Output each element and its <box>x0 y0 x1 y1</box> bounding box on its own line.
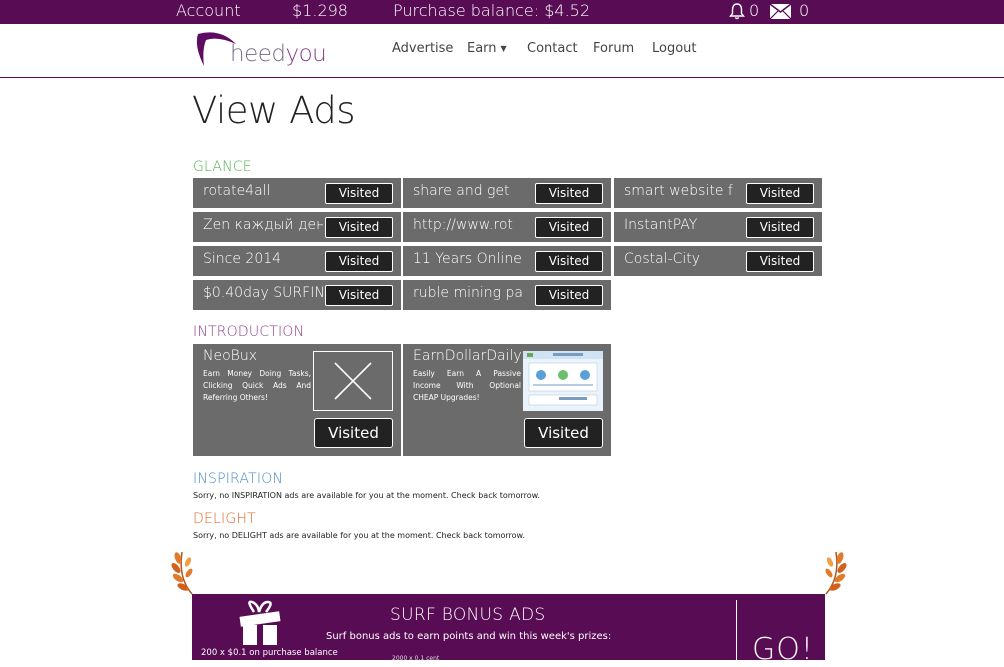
glance-ad[interactable]: ruble mining pa Visited <box>403 280 611 310</box>
nav-earn[interactable]: Earn ▼ <box>467 41 507 56</box>
ad-title[interactable]: Zen каждый день <box>203 217 323 233</box>
ad-title[interactable]: http://www.rot <box>413 217 533 233</box>
glance-ad[interactable]: Zen каждый день Visited <box>193 212 401 242</box>
account-bar: Account $1.298 Purchase balance: $4.52 0… <box>0 0 1004 24</box>
placeholder-x-icon[interactable] <box>313 351 393 411</box>
section-title-inspiration: INSPIRATION <box>193 471 284 487</box>
glance-ad[interactable]: share and get Visited <box>403 178 611 208</box>
prize-line: 2000 x 0.1 cent <box>392 655 440 662</box>
visited-button[interactable]: Visited <box>746 251 814 272</box>
ad-title[interactable]: NeoBux <box>203 348 257 364</box>
heedyou-logo[interactable]: heedyou <box>196 30 327 70</box>
ad-title[interactable]: ruble mining pa <box>413 285 533 301</box>
mail-icon[interactable] <box>770 4 791 19</box>
glance-ad[interactable]: Since 2014 Visited <box>193 246 401 276</box>
messages-count: 0 <box>799 1 810 20</box>
introduction-ad[interactable]: NeoBux Earn Money Doing Tasks, Clicking … <box>193 344 401 456</box>
visited-button[interactable]: Visited <box>325 251 393 272</box>
visited-button[interactable]: Visited <box>325 285 393 306</box>
prize-note: 200 x $0.1 on purchase balance <box>201 648 338 658</box>
ad-title[interactable]: Since 2014 <box>203 251 323 267</box>
go-button[interactable]: GO! <box>752 632 814 667</box>
visited-button[interactable]: Visited <box>535 285 603 306</box>
site-header: heedyou Advertise Earn ▼ Contact Forum Lo… <box>0 24 1004 78</box>
section-title-introduction: INTRODUCTION <box>193 324 305 340</box>
ad-title[interactable]: rotate4all <box>203 183 323 199</box>
nav-logout[interactable]: Logout <box>652 41 697 56</box>
ad-description: Easily Earn A Passive Income With Option… <box>413 369 521 402</box>
visited-button[interactable]: Visited <box>535 251 603 272</box>
surf-bonus-title: SURF BONUS ADS <box>390 605 546 625</box>
section-title-glance: GLANCE <box>193 159 252 175</box>
ad-title[interactable]: EarnDollarDaily <box>413 348 522 364</box>
visited-button[interactable]: Visited <box>746 217 814 238</box>
visited-button[interactable]: Visited <box>325 183 393 204</box>
laurel-left-icon <box>171 551 193 595</box>
nav-earn-label: Earn <box>467 41 497 56</box>
glance-ad[interactable]: 11 Years Online Visited <box>403 246 611 276</box>
ad-title[interactable]: 11 Years Online <box>413 251 533 267</box>
nav-advertise[interactable]: Advertise <box>392 41 453 56</box>
glance-ad[interactable]: $0.40day SURFIN Visited <box>193 280 401 310</box>
glance-ad[interactable]: http://www.rot Visited <box>403 212 611 242</box>
ad-title[interactable]: share and get <box>413 183 533 199</box>
gift-icon <box>239 600 281 645</box>
glance-ad[interactable]: InstantPAY Visited <box>614 212 822 242</box>
inspiration-notice: Sorry, no INSPIRATION ads are available … <box>193 491 540 500</box>
ad-title[interactable]: smart website f <box>624 183 744 199</box>
ad-description: Earn Money Doing Tasks, Clicking Quick A… <box>203 369 311 402</box>
visited-button[interactable]: Visited <box>535 217 603 238</box>
section-title-delight: DELIGHT <box>193 511 256 527</box>
surf-bonus-panel: 200 x $0.1 on purchase balance SURF BONU… <box>192 594 825 667</box>
account-balance: $1.298 <box>292 1 348 20</box>
notifications-count: 0 <box>749 1 760 20</box>
glance-ad[interactable]: smart website f Visited <box>614 178 822 208</box>
page-title: View Ads <box>192 89 356 132</box>
visited-button[interactable]: Visited <box>325 217 393 238</box>
laurel-right-icon <box>825 551 847 595</box>
visited-button[interactable]: Visited <box>524 418 603 448</box>
purchase-balance: Purchase balance: $4.52 <box>393 1 591 20</box>
ad-title[interactable]: Costal-City <box>624 251 744 267</box>
visited-button[interactable]: Visited <box>314 418 393 448</box>
bell-icon[interactable] <box>728 2 746 20</box>
delight-notice: Sorry, no DELIGHT ads are available for … <box>193 531 525 540</box>
glance-ad[interactable]: Costal-City Visited <box>614 246 822 276</box>
caret-down-icon: ▼ <box>500 44 507 53</box>
surf-bonus-subtitle: Surf bonus ads to earn points and win th… <box>326 631 612 642</box>
nav-forum[interactable]: Forum <box>593 41 634 56</box>
account-label[interactable]: Account <box>176 1 241 20</box>
nav-contact[interactable]: Contact <box>527 41 578 56</box>
visited-button[interactable]: Visited <box>746 183 814 204</box>
ad-title[interactable]: $0.40day SURFIN <box>203 285 323 301</box>
divider <box>736 600 737 660</box>
glance-ad[interactable]: rotate4all Visited <box>193 178 401 208</box>
introduction-ad[interactable]: EarnDollarDaily Easily Earn A Passive In… <box>403 344 611 456</box>
visited-button[interactable]: Visited <box>535 183 603 204</box>
ad-title[interactable]: InstantPAY <box>624 217 744 233</box>
logo-wordmark: heedyou <box>230 41 327 67</box>
website-screenshot-thumbnail[interactable] <box>523 351 603 411</box>
